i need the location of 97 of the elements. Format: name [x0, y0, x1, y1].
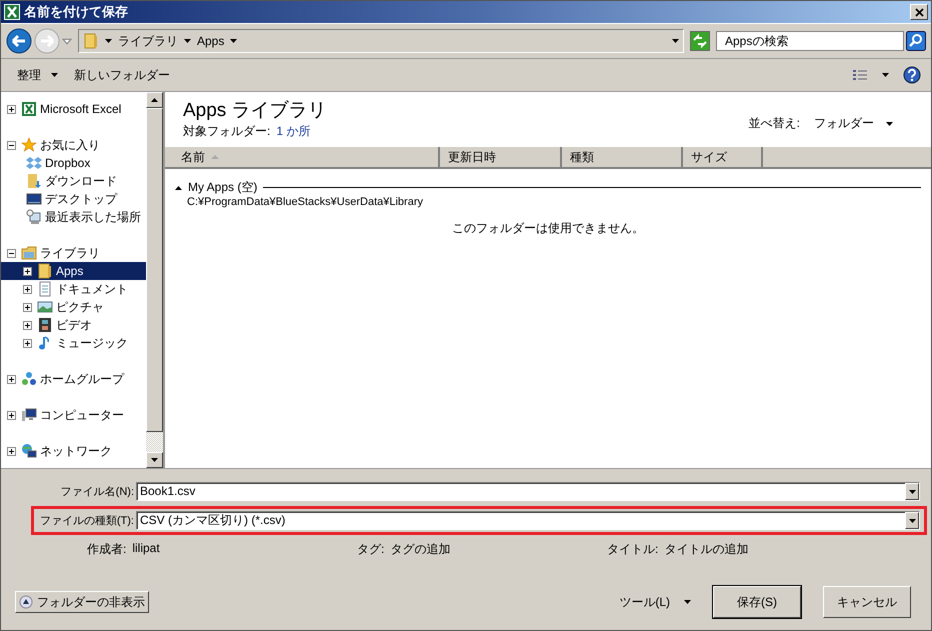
- tools-button[interactable]: ツール(L): [613, 592, 676, 612]
- close-button[interactable]: [910, 4, 928, 20]
- column-header[interactable]: 種類: [562, 147, 683, 167]
- expand-icon[interactable]: [23, 302, 34, 312]
- sort-dropdown[interactable]: フォルダー: [814, 115, 893, 132]
- search-field[interactable]: Appsの検索: [716, 31, 904, 51]
- refresh-icon[interactable]: [690, 31, 710, 51]
- desktop-icon: [26, 191, 42, 207]
- metadata-label: タイトル:: [607, 541, 658, 558]
- homegroup-icon: [21, 371, 37, 387]
- caret-icon: [886, 122, 893, 126]
- metadata-value: lilipat: [132, 541, 160, 557]
- locations-link[interactable]: 1 か所: [276, 123, 310, 140]
- nav-item[interactable]: ピクチャ: [1, 298, 146, 316]
- dropdown-arrow-icon[interactable]: [908, 490, 916, 494]
- expand-icon[interactable]: [23, 338, 34, 348]
- library-icon: [21, 245, 37, 261]
- nav-item[interactable]: ホームグループ: [1, 370, 146, 388]
- expand-icon[interactable]: [7, 410, 18, 420]
- dropdown-arrow-icon[interactable]: [908, 518, 916, 522]
- back-icon[interactable]: [6, 28, 32, 54]
- folder-path: C:¥ProgramData¥BlueStacks¥UserData¥Library: [186, 196, 424, 208]
- breadcrumb[interactable]: Apps: [197, 34, 224, 48]
- folder-icon: [37, 263, 53, 279]
- column-header[interactable]: 名前: [165, 147, 440, 167]
- collapse-icon[interactable]: [175, 186, 182, 190]
- new-folder-button[interactable]: 新しいフォルダー: [72, 64, 172, 86]
- combo-box[interactable]: Book1.csv: [136, 482, 920, 501]
- nav-item[interactable]: Microsoft Excel: [1, 100, 146, 118]
- field-label: ファイルの種類(T):: [38, 514, 134, 528]
- nav-item[interactable]: お気に入り: [1, 136, 146, 154]
- organize-button[interactable]: 整理: [15, 64, 43, 86]
- expand-icon[interactable]: [23, 266, 34, 276]
- nav-item[interactable]: コンピューター: [1, 406, 146, 424]
- metadata-value[interactable]: タグの追加: [390, 541, 450, 558]
- network-icon: [21, 443, 37, 459]
- metadata-label: タグ:: [357, 541, 384, 558]
- folder-icon: [83, 33, 99, 49]
- expand-icon[interactable]: [7, 104, 18, 114]
- caret-icon[interactable]: [51, 73, 58, 77]
- history-dropdown-icon[interactable]: [62, 38, 72, 44]
- expand-icon[interactable]: [23, 320, 34, 330]
- caret-icon[interactable]: [684, 600, 691, 604]
- computer-icon: [21, 407, 37, 423]
- view-list-icon[interactable]: [852, 69, 868, 81]
- star-icon: [21, 137, 37, 153]
- save-button[interactable]: 保存(S): [713, 586, 801, 618]
- nav-item[interactable]: ダウンロード: [1, 172, 146, 190]
- nav-item[interactable]: ミュージック: [1, 334, 146, 352]
- expand-icon[interactable]: [23, 284, 34, 294]
- document-icon: [37, 281, 53, 297]
- window-title: 名前を付けて保存: [24, 3, 128, 21]
- caret-icon[interactable]: [672, 39, 679, 43]
- sort-label: 並べ替え:: [748, 115, 800, 132]
- breadcrumb[interactable]: ライブラリ: [118, 32, 178, 50]
- nav-item[interactable]: Dropbox: [1, 154, 146, 172]
- caret-icon[interactable]: [184, 39, 191, 43]
- search-icon[interactable]: [906, 31, 926, 51]
- collapse-icon[interactable]: [7, 248, 18, 258]
- box-icon: [26, 155, 42, 171]
- hide-folders-button[interactable]: フォルダーの非表示: [15, 591, 149, 613]
- nav-item[interactable]: ライブラリ: [1, 244, 146, 262]
- metadata-value[interactable]: タイトルの追加: [664, 541, 748, 558]
- download-folder-icon: [26, 173, 42, 189]
- locations-label: 対象フォルダー:: [183, 123, 270, 140]
- field-label: ファイル名(N):: [60, 485, 134, 499]
- close-icon: [914, 8, 924, 16]
- combo-box[interactable]: CSV (カンマ区切り) (*.csv): [136, 511, 920, 530]
- column-header[interactable]: 更新日時: [440, 147, 562, 167]
- cancel-button[interactable]: キャンセル: [823, 586, 911, 618]
- nav-item[interactable]: 最近表示した場所: [1, 208, 146, 226]
- collapse-icon: [19, 595, 33, 609]
- expand-icon[interactable]: [7, 374, 18, 384]
- help-icon[interactable]: [903, 66, 921, 84]
- caret-icon[interactable]: [882, 73, 889, 77]
- group-header[interactable]: My Apps (空): [188, 179, 258, 196]
- nav-item[interactable]: デスクトップ: [1, 190, 146, 208]
- film-icon: [37, 317, 53, 333]
- spreadsheet-icon: [4, 4, 20, 20]
- recent-places-icon: [26, 209, 42, 225]
- spreadsheet-icon: [21, 101, 37, 117]
- collapse-icon[interactable]: [7, 140, 18, 150]
- nav-item[interactable]: ネットワーク: [1, 442, 146, 460]
- nav-item[interactable]: ドキュメント: [1, 280, 146, 298]
- scroll-up-icon[interactable]: [151, 98, 158, 102]
- empty-message: このフォルダーは使用できません。: [451, 220, 645, 237]
- nav-item[interactable]: ビデオ: [1, 316, 146, 334]
- address-bar[interactable]: ライブラリ Apps: [78, 29, 684, 53]
- image-icon: [37, 299, 53, 315]
- column-header[interactable]: サイズ: [683, 147, 763, 167]
- caret-icon[interactable]: [105, 39, 112, 43]
- library-title: Apps ライブラリ: [183, 99, 327, 123]
- metadata-label: 作成者:: [87, 541, 126, 558]
- caret-icon[interactable]: [230, 39, 238, 43]
- expand-icon[interactable]: [7, 446, 18, 456]
- nav-item[interactable]: Apps: [1, 262, 146, 280]
- scroll-down-icon[interactable]: [151, 458, 158, 462]
